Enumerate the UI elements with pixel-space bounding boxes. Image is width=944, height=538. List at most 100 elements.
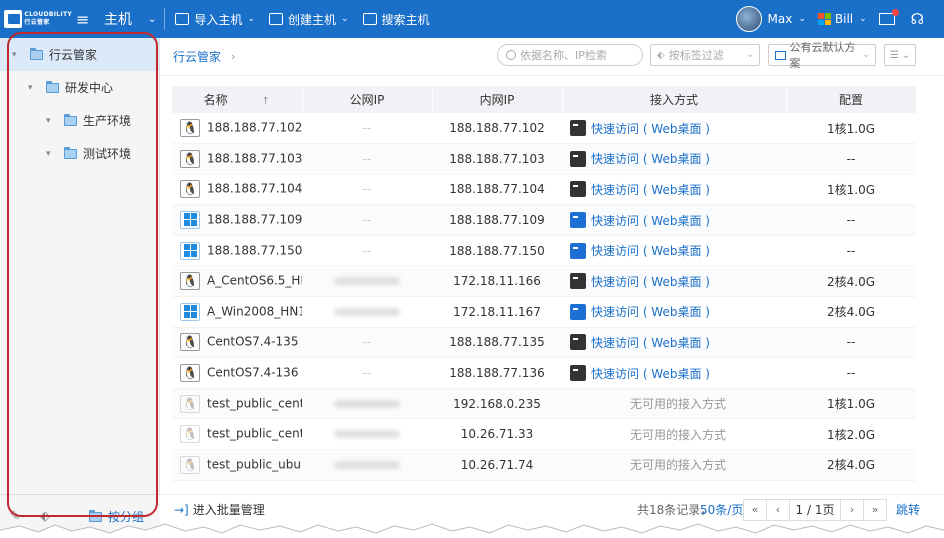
table-row[interactable]: 🐧 CentOS7.4-135 -- 188.188.77.135 快速访问 ( Web… xyxy=(172,327,916,359)
access-cell: 快速访问 ( Web桌面 ) xyxy=(562,235,786,267)
linux-icon: 🐧 xyxy=(180,272,200,291)
linux-icon: 🐧 xyxy=(180,425,200,444)
public-ip: -- xyxy=(362,213,372,228)
view-toggle-button[interactable]: ☰ ⌄ xyxy=(884,44,916,66)
host-name[interactable]: CentOS7.4-135 xyxy=(207,335,298,349)
scheme-select[interactable]: 公有云默认方案 ⌄ xyxy=(768,41,876,70)
table-header: 名称 ↑ 公网IP 内网IP 接入方式 配置 xyxy=(172,86,917,113)
public-ip-cell: -- xyxy=(302,327,432,359)
access-cell: 无可用的接入方式 xyxy=(562,418,786,451)
quick-access-link[interactable]: 快速访问 ( Web桌面 ) xyxy=(591,244,710,258)
avatar[interactable] xyxy=(735,6,762,32)
create-icon xyxy=(268,13,283,25)
host-name[interactable]: 188.188.77.102 xyxy=(207,121,302,135)
host-name[interactable]: test_public_centos.. xyxy=(207,396,302,410)
column-header-name[interactable]: 名称 ↑ xyxy=(172,86,303,113)
host-name[interactable]: test_public_ubunt... xyxy=(207,457,302,471)
host-name-cell[interactable]: 188.188.77.150 xyxy=(172,235,302,267)
table-row[interactable]: 188.188.77.150 -- 188.188.77.150 快速访问 ( Web… xyxy=(172,235,916,267)
table-row[interactable]: 🐧 188.188.77.104 -- 188.188.77.104 快速访问 ( We… xyxy=(172,174,916,206)
quick-access-link[interactable]: 快速访问 ( Web桌面 ) xyxy=(591,305,710,319)
search-icon xyxy=(506,50,516,60)
tag-filter-select[interactable]: ⬖ 按标签过滤 ⌄ xyxy=(650,44,760,66)
headset-icon[interactable]: ☊ xyxy=(911,10,924,28)
public-ip: -- xyxy=(362,121,372,136)
no-access-text: 无可用的接入方式 xyxy=(629,397,726,412)
logo-subtext: 行云管家 xyxy=(24,19,50,26)
host-name-cell[interactable]: 🐧 test_public_centos.. xyxy=(172,388,302,420)
import-host-button[interactable]: 导入主机 ⌄ xyxy=(175,11,255,28)
host-name[interactable]: 188.188.77.109 xyxy=(207,213,302,227)
user-name[interactable]: Max xyxy=(768,12,793,26)
public-ip-cell xyxy=(302,388,432,420)
table-row[interactable]: 🐧 188.188.77.102 -- 188.188.77.102 快速访问 ( We… xyxy=(172,113,916,145)
module-selector[interactable]: 主机 ⌄ xyxy=(104,9,156,29)
public-ip-cell xyxy=(302,296,432,328)
column-header-config: 配置 xyxy=(786,86,917,113)
table-row[interactable]: A_Win2008_HN1 172.18.11.167 快速访问 ( Web桌面 )… xyxy=(172,296,916,328)
redacted-ip xyxy=(334,277,400,286)
host-name-cell[interactable]: 🐧 test_public_centos.. xyxy=(172,418,302,451)
menu-icon[interactable]: ≡ xyxy=(76,10,96,29)
search-input[interactable]: 依据名称、IP检索 xyxy=(497,44,643,66)
batch-manage-button[interactable]: →] 进入批量管理 xyxy=(174,501,265,518)
quick-access-link[interactable]: 快速访问 ( Web桌面 ) xyxy=(591,336,710,350)
table-row[interactable]: 🐧 test_public_centos.. 192.168.0.235 无可用的接入… xyxy=(172,388,916,420)
table-row[interactable]: 188.188.77.109 -- 188.188.77.109 快速访问 ( Web… xyxy=(172,204,916,236)
rdp-icon xyxy=(570,242,586,259)
host-name[interactable]: A_CentOS6.5_HN1 xyxy=(207,274,302,288)
chevron-down-icon[interactable]: ⌄ xyxy=(798,14,806,24)
account-name[interactable]: Bill xyxy=(835,12,853,26)
quick-access-link[interactable]: 快速访问 ( Web桌面 ) xyxy=(591,152,710,166)
page-size-select[interactable]: 50条/页 xyxy=(700,501,743,518)
config-cell: 1核1.0G xyxy=(786,113,916,145)
terminal-icon xyxy=(570,181,586,198)
host-name-cell[interactable]: A_Win2008_HN1 xyxy=(172,296,302,328)
quick-access-link[interactable]: 快速访问 ( Web桌面 ) xyxy=(591,275,710,289)
mail-icon[interactable] xyxy=(878,9,899,25)
table-row[interactable]: 🐧 188.188.77.103 -- 188.188.77.103 快速访问 ( We… xyxy=(172,143,916,175)
access-cell: 快速访问 ( Web桌面 ) xyxy=(562,143,786,175)
host-name-cell[interactable]: 🐧 188.188.77.102 xyxy=(172,113,302,145)
chevron-down-icon: ⌄ xyxy=(340,14,349,24)
create-host-button[interactable]: 创建主机 ⌄ xyxy=(268,11,349,28)
table-row[interactable]: 🐧 A_CentOS6.5_HN1 172.18.11.166 快速访问 ( Web桌… xyxy=(172,265,916,298)
host-name[interactable]: CentOS7.4-136 xyxy=(207,366,298,380)
config-cell: -- xyxy=(786,327,916,359)
linux-icon: 🐧 xyxy=(180,119,200,138)
private-ip-cell: 188.188.77.102 xyxy=(432,113,562,145)
host-name-cell[interactable]: 🐧 CentOS7.4-135 xyxy=(172,327,302,359)
access-cell: 快速访问 ( Web桌面 ) xyxy=(562,357,786,389)
host-name-cell[interactable]: 🐧 188.188.77.104 xyxy=(172,174,302,206)
jump-button[interactable]: 跳转 xyxy=(896,501,920,518)
quick-access-link[interactable]: 快速访问 ( Web桌面 ) xyxy=(591,183,710,197)
private-ip-cell: 188.188.77.103 xyxy=(432,143,562,175)
host-name[interactable]: 188.188.77.104 xyxy=(207,182,302,196)
table-row[interactable]: 🐧 test_public_centos.. 10.26.71.33 无可用的接入方式… xyxy=(172,418,916,451)
host-name-cell[interactable]: 188.188.77.109 xyxy=(172,204,302,236)
toolbar: 行云管家 › 依据名称、IP检索 ⬖ 按标签过滤 ⌄ 公有云默认方案 ⌄ ☰ ⌄ xyxy=(160,38,944,76)
public-ip-cell xyxy=(302,449,432,481)
search-host-button[interactable]: 搜索主机 xyxy=(362,11,430,28)
host-name-cell[interactable]: 🐧 A_CentOS6.5_HN1 xyxy=(172,265,302,298)
quick-access-link[interactable]: 快速访问 ( Web桌面 ) xyxy=(591,214,710,228)
host-name-cell[interactable]: 🐧 test_public_ubunt... xyxy=(172,449,302,481)
rdp-icon xyxy=(570,212,586,229)
public-ip: -- xyxy=(362,151,372,166)
table-row[interactable]: 🐧 CentOS7.4-136 -- 188.188.77.136 快速访问 ( Web… xyxy=(172,357,916,389)
host-name-cell[interactable]: 🐧 CentOS7.4-136 xyxy=(172,357,302,389)
host-name[interactable]: test_public_centos.. xyxy=(207,427,302,441)
terminal-icon xyxy=(570,273,586,290)
host-name[interactable]: 188.188.77.150 xyxy=(207,243,302,257)
host-name[interactable]: 188.188.77.103 xyxy=(207,151,302,165)
config-cell: -- xyxy=(786,235,916,267)
table-row[interactable]: 🐧 test_public_ubunt... 10.26.71.74 无可用的接入方式… xyxy=(172,449,916,481)
redacted-ip xyxy=(334,307,400,316)
quick-access-link[interactable]: 快速访问 ( Web桌面 ) xyxy=(591,367,710,381)
host-name-cell[interactable]: 🐧 188.188.77.103 xyxy=(172,143,302,175)
host-name[interactable]: A_Win2008_HN1 xyxy=(207,304,302,318)
breadcrumb[interactable]: 行云管家 xyxy=(173,48,221,65)
redacted-ip xyxy=(334,460,400,469)
chevron-down-icon[interactable]: ⌄ xyxy=(859,14,867,24)
quick-access-link[interactable]: 快速访问 ( Web桌面 ) xyxy=(591,122,710,136)
